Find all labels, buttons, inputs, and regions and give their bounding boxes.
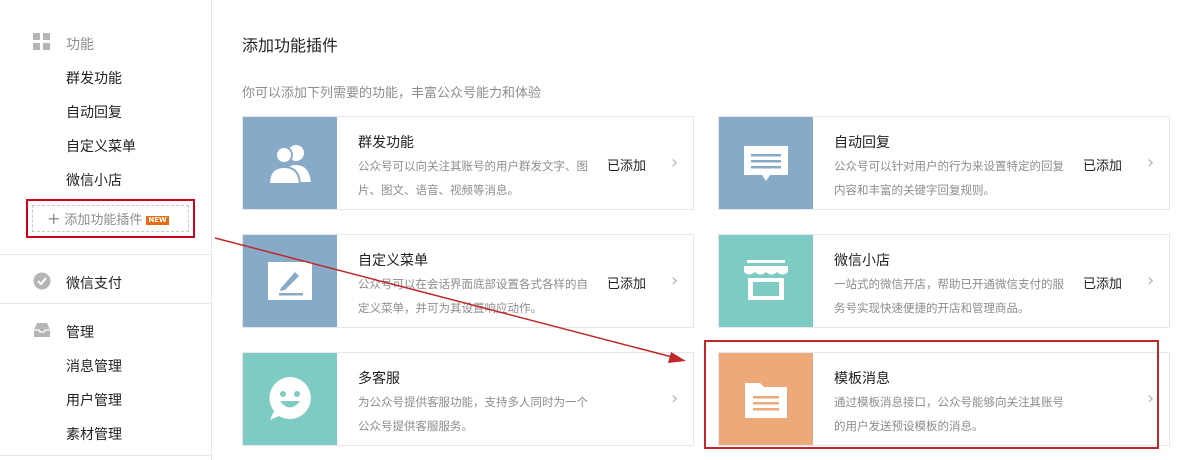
plus-icon: +: [47, 209, 61, 228]
card-description: 公众号可以针对用户的行为来设置特定的回复内容和丰富的关键字回复规则。: [834, 159, 1064, 197]
add-plugin-label: 添加功能插件: [64, 213, 143, 228]
plugin-card-custom-menu[interactable]: 自定义菜单 公众号可以在会话界面底部设置各式各样的自定义菜单，并可为其设置响应动…: [242, 234, 694, 328]
sidebar-divider: [0, 455, 211, 456]
sidebar-item-materials[interactable]: 素材管理: [66, 424, 122, 444]
sidebar-item-users[interactable]: 用户管理: [66, 390, 122, 410]
card-status: 已添加: [607, 277, 647, 292]
sidebar-divider: [0, 303, 211, 304]
page-subtitle: 你可以添加下列需要的功能，丰富公众号能力和体验: [242, 86, 542, 101]
store-icon: [744, 260, 788, 300]
chevron-right-icon: ›: [671, 270, 679, 291]
sidebar-head-features: 功能: [66, 37, 94, 53]
card-thumb: [719, 235, 813, 327]
sidebar-item-wechat-pay[interactable]: 微信支付: [66, 273, 122, 293]
grid-icon: [33, 33, 50, 50]
card-description: 公众号可以在会话界面底部设置各式各样的自定义菜单，并可为其设置响应动作。: [358, 277, 588, 315]
chevron-right-icon: ›: [1147, 152, 1155, 173]
users-icon: [267, 145, 311, 185]
card-title: 微信小店: [834, 253, 890, 269]
new-badge: NEW: [146, 216, 169, 225]
sidebar-item-custom-menu[interactable]: 自定义菜单: [66, 136, 136, 156]
add-plugin-highlight: + 添加功能插件 NEW: [26, 199, 195, 238]
plugin-card-wechat-store[interactable]: 微信小店 一站式的微信开店，帮助已开通微信支付的服务号实现快速便捷的开店和管理商…: [718, 234, 1170, 328]
plugin-card-template-message[interactable]: 模板消息 通过模板消息接口，公众号能够向关注其账号的用户发送预设模板的消息。 ›: [718, 352, 1170, 446]
card-status: 已添加: [607, 159, 647, 174]
plugin-card-customer-service[interactable]: 多客服 为公众号提供客服功能，支持多人同时为一个公众号提供客服服务。 ›: [242, 352, 694, 446]
page-title: 添加功能插件: [242, 36, 339, 55]
wechat-pay-icon: [33, 272, 51, 290]
inbox-icon: [34, 323, 50, 337]
chevron-right-icon: ›: [671, 388, 679, 409]
folder-icon: [745, 383, 787, 418]
plugin-card-auto-reply[interactable]: 自动回复 公众号可以针对用户的行为来设置特定的回复内容和丰富的关键字回复规则。 …: [718, 116, 1170, 210]
card-title: 群发功能: [358, 135, 414, 151]
add-plugin-button[interactable]: + 添加功能插件 NEW: [32, 205, 189, 232]
card-status: 已添加: [1083, 159, 1123, 174]
chevron-right-icon: ›: [1147, 388, 1155, 409]
card-thumb: [719, 117, 813, 209]
card-description: 通过模板消息接口，公众号能够向关注其账号的用户发送预设模板的消息。: [834, 395, 1064, 433]
card-title: 模板消息: [834, 371, 890, 387]
edit-icon: [268, 262, 312, 300]
sidebar: 功能 群发功能 自动回复 自定义菜单 微信小店 + 添加功能插件 NEW 微信支付 …: [0, 0, 212, 460]
smiley-icon: [269, 377, 311, 420]
card-thumb: [243, 235, 337, 327]
sidebar-item-wechat-store[interactable]: 微信小店: [66, 170, 122, 190]
card-status: 已添加: [1083, 277, 1123, 292]
sidebar-divider: [0, 254, 211, 255]
chevron-right-icon: ›: [671, 152, 679, 173]
chevron-right-icon: ›: [1147, 270, 1155, 291]
card-title: 自定义菜单: [358, 253, 428, 269]
card-title: 多客服: [358, 371, 400, 387]
sidebar-item-auto-reply[interactable]: 自动回复: [66, 102, 122, 122]
card-description: 一站式的微信开店，帮助已开通微信支付的服务号实现快速便捷的开店和管理商品。: [834, 277, 1064, 315]
card-title: 自动回复: [834, 135, 890, 151]
sidebar-item-mass-send[interactable]: 群发功能: [66, 68, 122, 88]
sidebar-item-messages[interactable]: 消息管理: [66, 356, 122, 376]
card-thumb: [243, 353, 337, 445]
card-description: 为公众号提供客服功能，支持多人同时为一个公众号提供客服服务。: [358, 395, 588, 433]
card-thumb: [719, 353, 813, 445]
card-thumb: [243, 117, 337, 209]
sidebar-head-manage: 管理: [66, 325, 94, 341]
card-description: 公众号可以向关注其账号的用户群发文字、图片、图文、语音、视频等消息。: [358, 159, 588, 197]
chat-bubble-icon: [744, 146, 788, 181]
plugin-card-mass-send[interactable]: 群发功能 公众号可以向关注其账号的用户群发文字、图片、图文、语音、视频等消息。 …: [242, 116, 694, 210]
